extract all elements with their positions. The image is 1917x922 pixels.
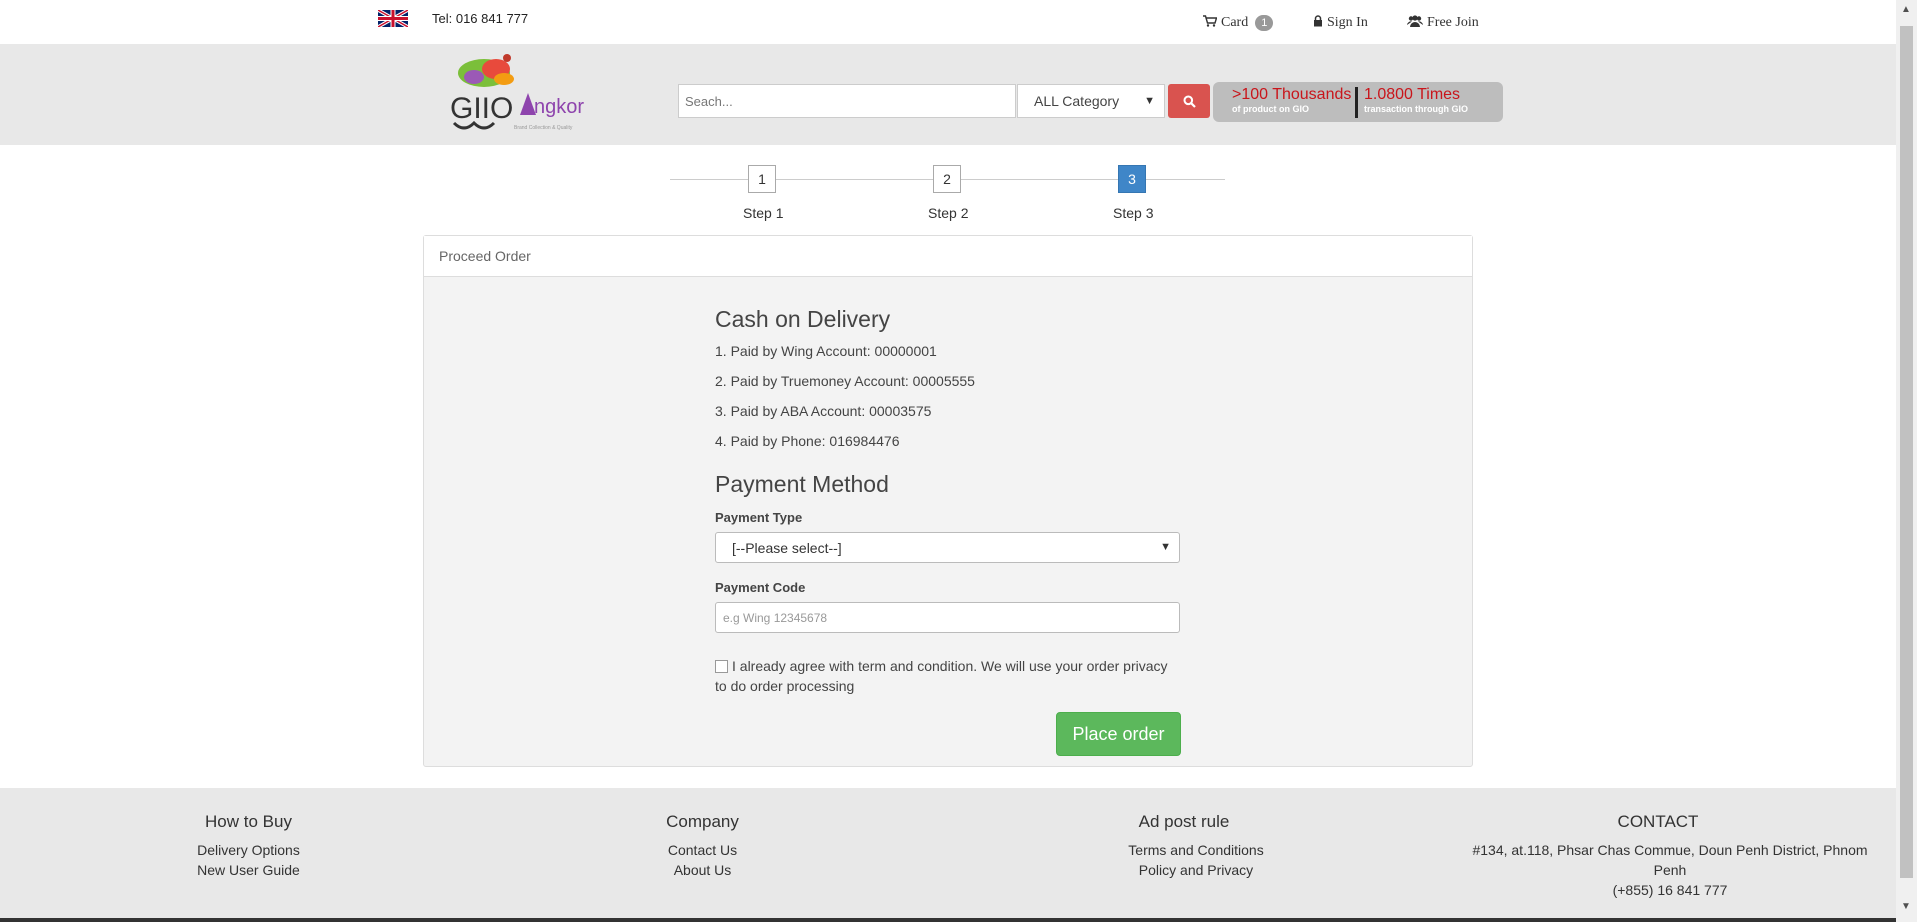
footer-ad-post-rule: Ad post rule Terms and Conditions Policy…	[1116, 812, 1276, 880]
proceed-order-panel: Proceed Order Cash on Delivery 1. Paid b…	[423, 235, 1473, 767]
promo-divider	[1355, 87, 1358, 118]
svg-text:Brand Collection & Quality: Brand Collection & Quality	[514, 125, 573, 131]
payment-option-phone: 4. Paid by Phone: 016984476	[715, 433, 900, 449]
payment-method-title: Payment Method	[715, 471, 889, 497]
top-bar: Tel: 016 841 777 Card 1 Sign In Free Joi…	[0, 0, 1896, 44]
payment-option-truemoney: 2. Paid by Truemoney Account: 00005555	[715, 373, 975, 389]
place-order-button[interactable]: Place order	[1056, 712, 1181, 756]
payment-type-selected-value: [--Please select--]	[732, 540, 842, 556]
step-3-label: Step 3	[1113, 205, 1154, 221]
cash-on-delivery-title: Cash on Delivery	[715, 306, 891, 332]
window-bottom-edge	[0, 918, 1896, 922]
promo-transactions-count: 1.0800 Times	[1364, 86, 1461, 103]
scrollbar-thumb[interactable]	[1900, 26, 1913, 878]
footer-heading-ad-post-rule: Ad post rule	[1138, 812, 1230, 831]
scroll-up-arrow-icon[interactable]: ▲	[1901, 4, 1911, 15]
footer-link-about-us[interactable]: About Us	[660, 860, 745, 880]
promo-transactions-caption: transaction through GIO	[1364, 104, 1469, 114]
site-header: GIIO ngkor Brand Collection & Quality AL…	[0, 44, 1896, 145]
panel-heading: Proceed Order	[424, 236, 1472, 277]
agree-terms-checkbox[interactable]	[715, 660, 728, 673]
footer-link-privacy[interactable]: Policy and Privacy	[1116, 860, 1276, 880]
category-selected-value: ALL Category	[1034, 93, 1120, 109]
promo-products-caption: of product on GIO	[1232, 104, 1309, 114]
step-3-marker: 3	[1118, 165, 1146, 193]
footer-heading-how-to-buy: How to Buy	[205, 812, 292, 831]
footer-contact-address: #134, at.118, Phsar Chas Commue, Doun Pe…	[1472, 842, 1868, 878]
step-1-label: Step 1	[743, 205, 784, 221]
footer-link-contact-us[interactable]: Contact Us	[660, 840, 745, 860]
footer-link-new-user-guide[interactable]: New User Guide	[196, 860, 301, 880]
chevron-down-icon: ▼	[1144, 95, 1155, 107]
agree-terms: I already agree with term and condition.…	[715, 656, 1180, 696]
free-join-label: Free Join	[1427, 15, 1479, 30]
free-join-link[interactable]: Free Join	[1407, 15, 1479, 31]
svg-text:ngkor: ngkor	[534, 96, 584, 118]
search-button[interactable]	[1168, 84, 1210, 118]
payment-code-input[interactable]	[715, 602, 1180, 633]
step-2-marker: 2	[933, 165, 961, 193]
sign-in-link[interactable]: Sign In	[1313, 15, 1368, 31]
footer-link-terms[interactable]: Terms and Conditions	[1116, 840, 1276, 860]
payment-option-wing: 1. Paid by Wing Account: 00000001	[715, 343, 937, 359]
cart-link[interactable]: Card 1	[1203, 15, 1274, 31]
payment-type-label: Payment Type	[715, 510, 803, 525]
chevron-down-icon: ▼	[1160, 541, 1171, 553]
gio-angkor-logo[interactable]: GIIO ngkor Brand Collection & Quality	[450, 53, 590, 137]
step-2-label: Step 2	[928, 205, 969, 221]
footer-heading-company: Company	[666, 812, 739, 831]
payment-code-label: Payment Code	[715, 580, 806, 595]
svg-text:GIIO: GIIO	[450, 92, 513, 125]
footer-company: Company Contact Us About Us	[660, 812, 745, 880]
footer-contact: CONTACT #134, at.118, Phsar Chas Commue,…	[1470, 812, 1870, 900]
cart-count-badge: 1	[1255, 15, 1274, 31]
footer-link-delivery-options[interactable]: Delivery Options	[196, 840, 301, 860]
footer-heading-contact: CONTACT	[1617, 812, 1699, 831]
cart-label: Card	[1221, 15, 1249, 30]
payment-option-aba: 3. Paid by ABA Account: 00003575	[715, 403, 932, 419]
users-icon	[1407, 15, 1423, 31]
site-footer: How to Buy Delivery Options New User Gui…	[0, 788, 1896, 922]
footer-contact-phone: (+855) 16 841 777	[1612, 882, 1728, 898]
step-1-marker: 1	[748, 165, 776, 193]
lock-icon	[1313, 15, 1323, 31]
cart-icon	[1203, 15, 1218, 31]
footer-how-to-buy: How to Buy Delivery Options New User Gui…	[196, 812, 301, 880]
phone-number: Tel: 016 841 777	[432, 11, 529, 26]
search-icon	[1183, 95, 1196, 108]
sign-in-label: Sign In	[1327, 15, 1368, 30]
scroll-down-arrow-icon[interactable]: ▼	[1901, 901, 1911, 912]
category-select[interactable]: ALL Category ▼	[1017, 84, 1165, 118]
search-input[interactable]	[678, 84, 1016, 118]
promo-products-count: >100 Thousands	[1232, 86, 1352, 103]
promo-banner: >100 Thousands of product on GIO 1.0800 …	[1213, 82, 1503, 122]
vertical-scrollbar[interactable]: ▲ ▼	[1896, 0, 1917, 922]
uk-flag-icon[interactable]	[378, 10, 408, 27]
payment-type-select[interactable]: [--Please select--] ▼	[715, 532, 1180, 563]
agree-terms-text: I already agree with term and condition.…	[715, 658, 1168, 694]
